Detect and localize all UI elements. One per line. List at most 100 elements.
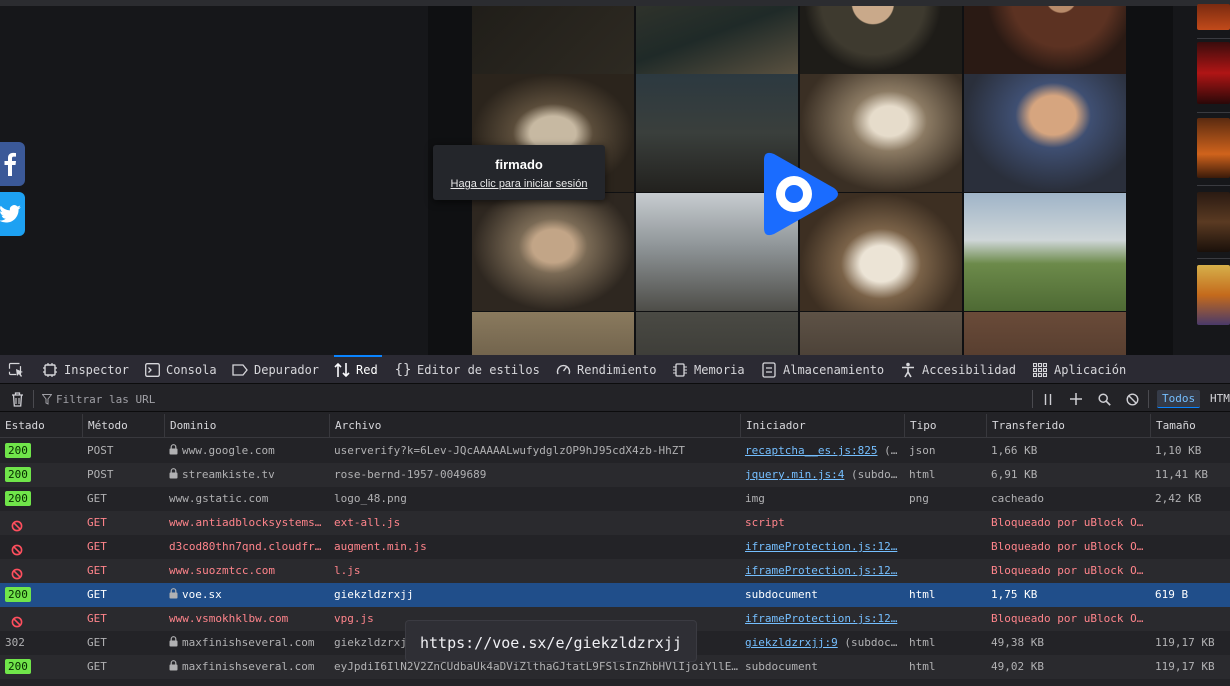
initiator-link[interactable]: iframeProtection.js:12… — [745, 564, 897, 577]
column-header-transferred[interactable]: Transferido — [986, 414, 1150, 438]
twitter-share-button[interactable] — [0, 192, 25, 236]
element-picker-icon — [8, 362, 24, 378]
divider — [1197, 185, 1230, 186]
domain-text: www.antiadblocksystems… — [169, 516, 322, 529]
cell-size: 619 B — [1155, 588, 1189, 601]
table-row[interactable]: GET d3cod80thn7qnd.cloudfr… augment.min.js… — [0, 535, 1230, 559]
movie-poster[interactable] — [1197, 265, 1230, 325]
initiator-link[interactable]: giekzldzrxjj:9 — [745, 636, 838, 649]
tab-application[interactable]: Aplicación — [1032, 355, 1126, 384]
accessibility-icon — [900, 362, 916, 378]
table-header: Estado Método Dominio Archivo Iniciador … — [0, 414, 1230, 438]
cell-status: 200 — [0, 439, 82, 463]
pause-icon — [1044, 393, 1052, 405]
voe-play-logo-icon[interactable] — [760, 150, 842, 238]
cell-type: png — [909, 492, 929, 505]
status-badge: 200 — [5, 491, 31, 506]
tab-debugger[interactable]: Depurador — [232, 355, 319, 384]
cell-domain: www.suozmtcc.com — [164, 559, 329, 583]
cell-status: 302 — [0, 631, 82, 655]
cell-domain: www.antiadblocksystems… — [164, 511, 329, 535]
facebook-share-button[interactable] — [0, 142, 25, 186]
inspector-icon — [42, 362, 58, 378]
clear-requests-button[interactable] — [9, 390, 25, 408]
tab-inspector[interactable]: Inspector — [42, 355, 129, 384]
lock-icon — [169, 656, 178, 679]
type-filter-all[interactable]: Todos — [1157, 390, 1201, 408]
initiator-link[interactable]: jquery.min.js:4 — [745, 468, 844, 481]
tab-label: Consola — [166, 362, 217, 377]
column-header-initiator[interactable]: Iniciador — [740, 414, 904, 438]
style-editor-icon: {} — [394, 361, 412, 378]
type-filter-html[interactable]: HTM — [1210, 390, 1230, 408]
table-row[interactable]: GET www.suozmtcc.com l.js iframeProtection.… — [0, 559, 1230, 583]
tab-accessibility[interactable]: Accesibilidad — [900, 355, 1016, 384]
initiator-link[interactable]: iframeProtection.js:12… — [745, 540, 897, 553]
table-row[interactable]: 200 GET www.gstatic.com logo_48.png img png ca… — [0, 487, 1230, 511]
column-header-status[interactable]: Estado — [0, 414, 82, 438]
cell-method: GET — [87, 492, 107, 505]
column-header-file[interactable]: Archivo — [329, 414, 740, 438]
status-badge: 200 — [5, 443, 31, 458]
initiator-detail: subdocument — [745, 660, 818, 673]
cell-method: POST — [87, 468, 114, 481]
column-header-method[interactable]: Método — [82, 414, 164, 438]
cell-domain: d3cod80thn7qnd.cloudfr… — [164, 535, 329, 559]
url-filter-input[interactable] — [38, 390, 438, 408]
initiator-link[interactable]: recaptcha__es.js:825 — [745, 444, 877, 457]
cell-transferred: 1,75 KB — [991, 588, 1038, 601]
movie-poster[interactable] — [1197, 42, 1230, 104]
cell-transferred: 49,38 KB — [991, 636, 1044, 649]
thumbnail — [636, 312, 798, 355]
tab-label: Aplicación — [1054, 362, 1127, 377]
initiator-detail: (… — [877, 444, 898, 457]
movie-poster[interactable] — [1197, 4, 1230, 30]
table-row[interactable]: 200 GET voe.sx giekzldzrxjj subdocument html 1… — [0, 583, 1230, 607]
table-row[interactable]: GET www.antiadblocksystems… ext-all.js scri… — [0, 511, 1230, 535]
cell-domain: voe.sx — [164, 583, 329, 607]
facebook-icon — [4, 152, 16, 176]
table-row[interactable]: 200 POST www.google.com userverify?k=6Lev-J… — [0, 439, 1230, 463]
memory-icon — [672, 362, 688, 378]
table-row[interactable]: 200 POST streamkiste.tv rose-bernd-1957-004… — [0, 463, 1230, 487]
initiator-detail: (subdo… — [844, 468, 898, 481]
cell-transferred: 49,02 KB — [991, 660, 1044, 673]
sign-in-link[interactable]: Haga clic para iniciar sesión — [451, 178, 588, 190]
cell-status: 200 — [0, 463, 82, 487]
element-picker-button[interactable] — [8, 355, 24, 384]
blocked-icon — [11, 517, 23, 535]
pause-recording-button[interactable] — [1041, 390, 1055, 408]
block-requests-button[interactable] — [1124, 390, 1140, 408]
column-header-domain[interactable]: Dominio — [164, 414, 329, 438]
performance-icon — [555, 362, 571, 378]
tab-network[interactable]: Red — [334, 355, 382, 384]
cell-type: html — [909, 660, 936, 673]
tab-label: Almacenamiento — [783, 362, 885, 377]
cell-domain: www.vsmokhklbw.com — [164, 607, 329, 631]
cell-size: 2,42 KB — [1155, 492, 1202, 505]
initiator-link[interactable]: iframeProtection.js:12… — [745, 612, 897, 625]
tab-memory[interactable]: Memoria — [672, 355, 745, 384]
search-button[interactable] — [1096, 390, 1112, 408]
blocked-icon — [11, 613, 23, 631]
initiator-detail: subdocument — [745, 588, 818, 601]
cell-status — [0, 535, 82, 559]
tab-console[interactable]: Consola — [144, 355, 217, 384]
tab-style-editor[interactable]: {} Editor de estilos — [395, 355, 540, 384]
tab-storage[interactable]: Almacenamiento — [761, 355, 884, 384]
tab-performance[interactable]: Rendimiento — [555, 355, 656, 384]
tooltip-title: firmado — [495, 157, 543, 172]
movie-poster[interactable] — [1197, 192, 1230, 252]
column-header-size[interactable]: Tamaño — [1150, 414, 1230, 438]
cell-method: GET — [87, 588, 107, 601]
column-header-type[interactable]: Tipo — [904, 414, 986, 438]
divider — [1197, 112, 1230, 113]
cell-initiator: jquery.min.js:4 (subdo… — [740, 463, 904, 487]
cell-status: 200 — [0, 655, 82, 679]
lock-icon — [169, 584, 178, 607]
cell-file: userverify?k=6Lev-JQcAAAAALwufydglzOP9hJ… — [334, 444, 685, 457]
add-request-blocking-button[interactable] — [1068, 390, 1084, 408]
thumbnail — [800, 6, 962, 74]
movie-poster[interactable] — [1197, 118, 1230, 178]
cell-type — [904, 535, 986, 559]
